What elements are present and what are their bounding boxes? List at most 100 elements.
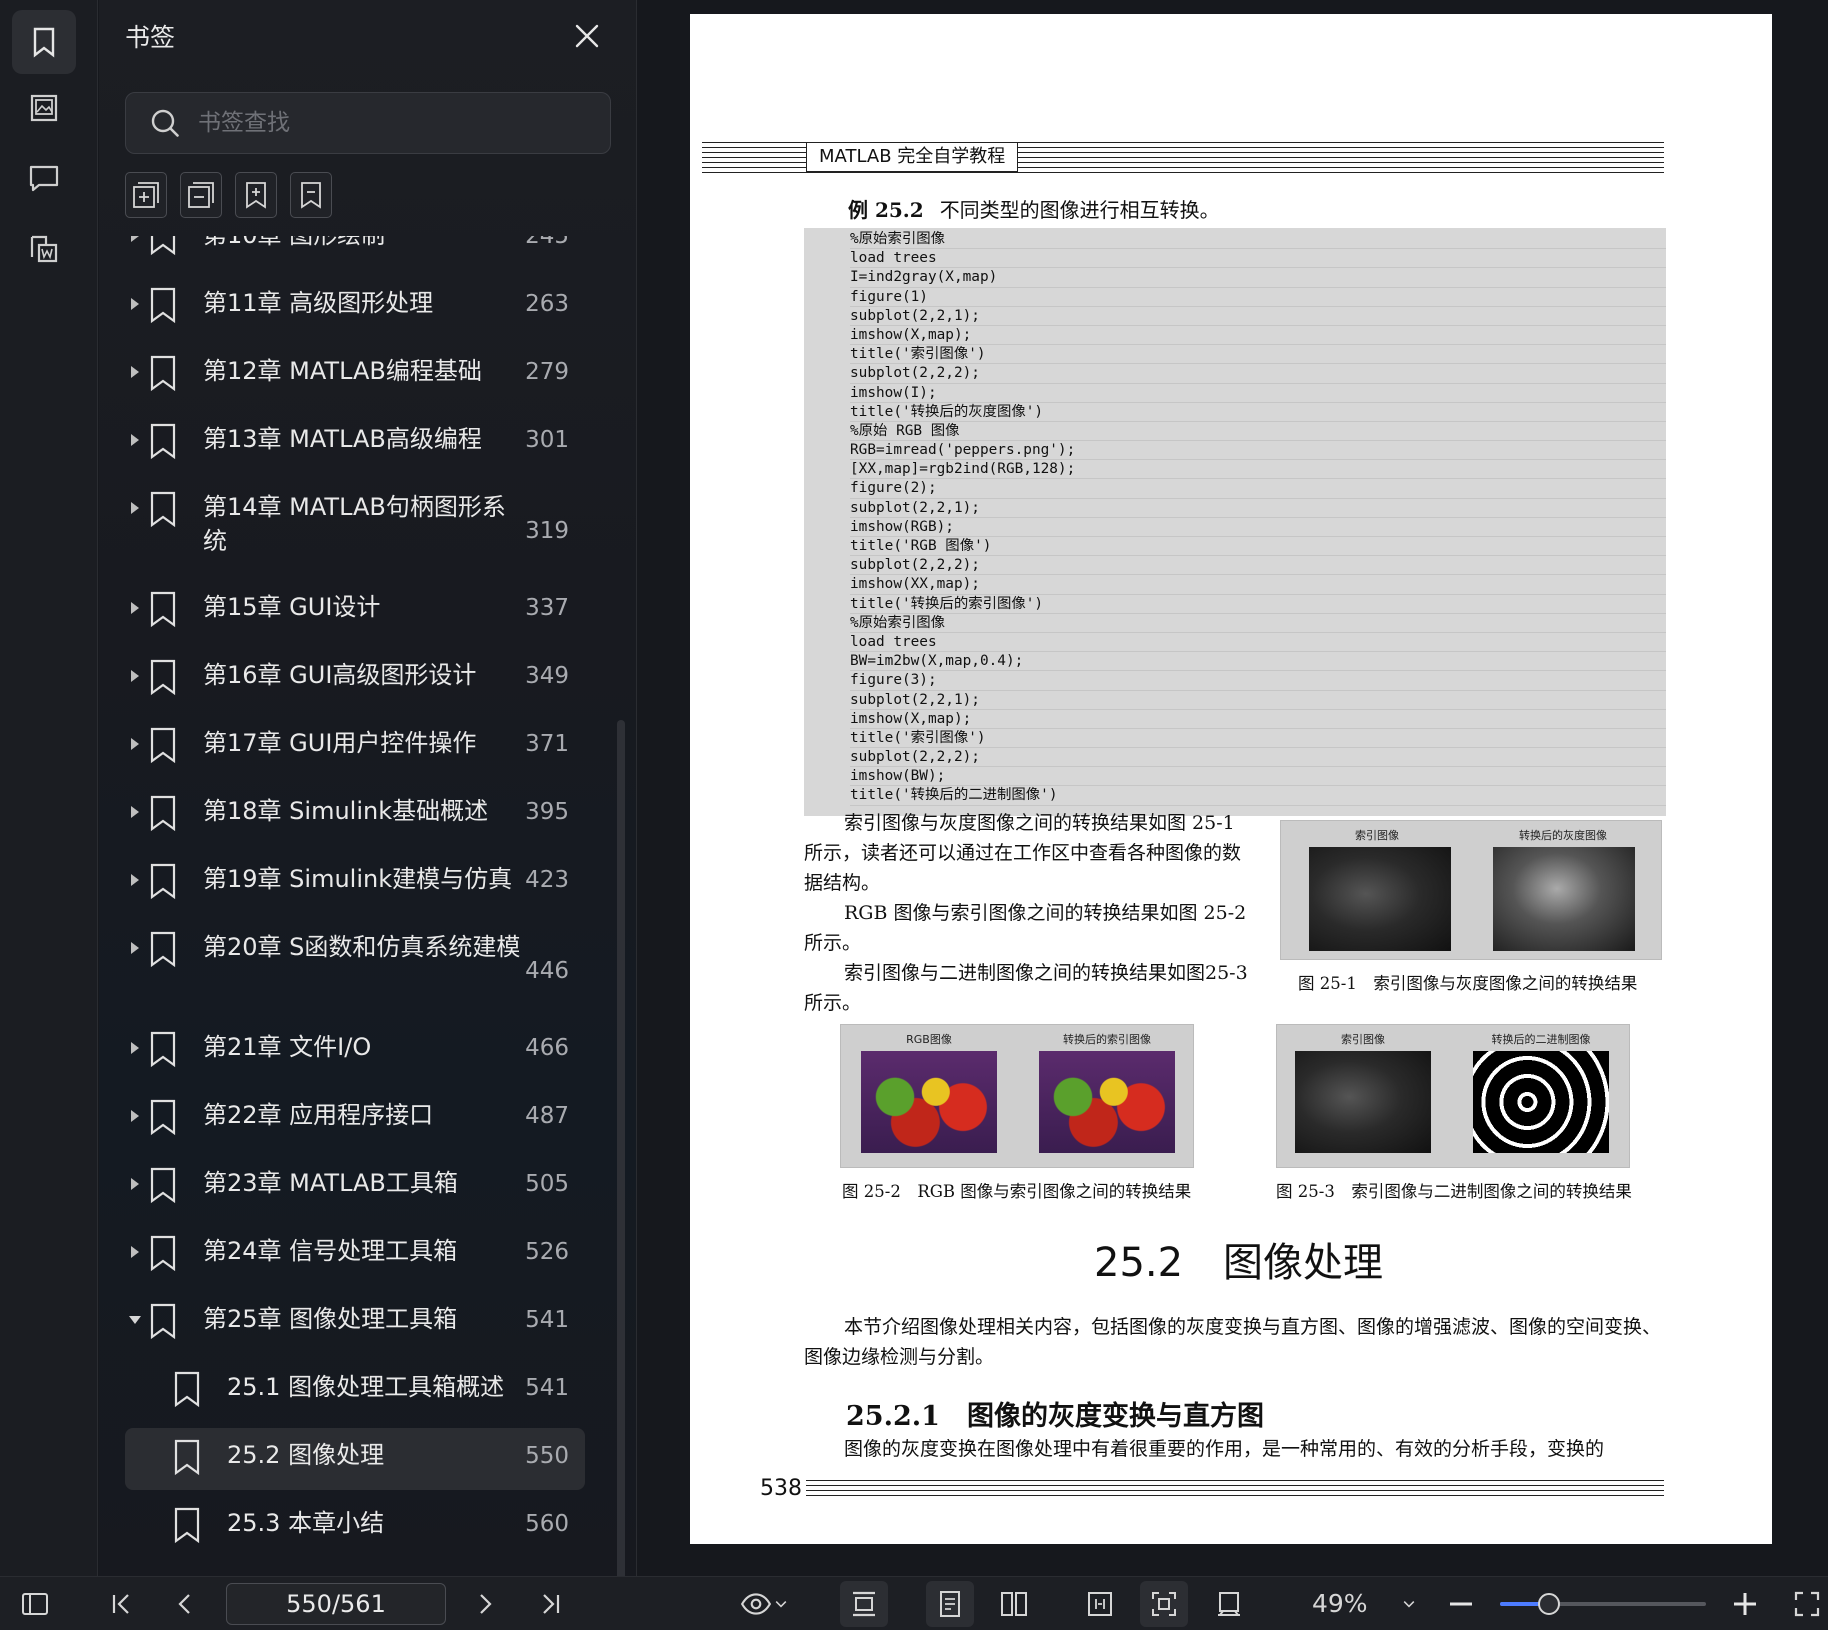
- code-line: title('转换后的索引图像'): [850, 595, 1666, 614]
- chevron-down-icon: [1403, 1601, 1415, 1608]
- bookmark-item[interactable]: 25.3 本章小结 560: [99, 1494, 619, 1562]
- bookmark-icon: [150, 1167, 176, 1204]
- zoom-dropdown-button[interactable]: [1390, 1585, 1428, 1623]
- bookmark-item[interactable]: 25.2 图像处理 550: [99, 1426, 619, 1494]
- caret-right-icon[interactable]: [129, 236, 141, 244]
- fit-page-icon: [1152, 1592, 1176, 1616]
- caret-right-icon[interactable]: [129, 1244, 141, 1260]
- view-mode-dropdown[interactable]: [730, 1585, 800, 1623]
- bookmark-item[interactable]: 第18章 Simulink基础概述 395: [99, 782, 619, 850]
- continuous-scroll-button[interactable]: [840, 1581, 888, 1627]
- bookmark-item[interactable]: 第20章 S函数和仿真系统建模 446: [99, 918, 619, 1018]
- bookmark-item[interactable]: 第14章 MATLAB句柄图形系统 319: [99, 478, 619, 578]
- convert-tab-button[interactable]: [12, 216, 76, 280]
- tree-image-indexed-2: [1295, 1051, 1431, 1153]
- peppers-image-indexed: [1039, 1051, 1175, 1153]
- fullscreen-button[interactable]: [1788, 1585, 1826, 1623]
- rotate-page-button[interactable]: [1210, 1585, 1248, 1623]
- bookmark-icon: [150, 931, 176, 968]
- caret-down-icon[interactable]: [129, 1312, 141, 1328]
- figure-subtitle: RGB图像: [906, 1033, 952, 1046]
- bookmark-panel: 书签 第10章 图形绘制245 第11章 高级图形处理 263 第12章 MATLAB…: [99, 0, 637, 1580]
- collapse-all-button[interactable]: [180, 172, 222, 218]
- caret-right-icon[interactable]: [129, 736, 141, 752]
- bookmark-item[interactable]: 第19章 Simulink建模与仿真 423: [99, 850, 619, 918]
- bookmark-label: 25.2 图像处理: [227, 1441, 385, 1469]
- two-page-button[interactable]: [995, 1585, 1033, 1623]
- single-page-icon: [940, 1591, 960, 1617]
- fullscreen-icon: [1794, 1591, 1820, 1617]
- expand-all-button[interactable]: [125, 172, 167, 218]
- bookmark-icon: [174, 1371, 200, 1408]
- paragraph-text: 本节介绍图像处理相关内容，包括图像的灰度变换与直方图、图像的增强滤波、图像的空间…: [804, 1316, 1662, 1368]
- code-line: BW=im2bw(X,map,0.4);: [850, 652, 1666, 672]
- close-panel-button[interactable]: [571, 20, 603, 52]
- bookmark-item[interactable]: 第24章 信号处理工具箱 526: [99, 1222, 619, 1290]
- fit-width-button[interactable]: [1081, 1585, 1119, 1623]
- bookmark-item[interactable]: 第22章 应用程序接口 487: [99, 1086, 619, 1154]
- caret-right-icon[interactable]: [129, 804, 141, 820]
- last-page-button[interactable]: [532, 1585, 570, 1623]
- caret-right-icon[interactable]: [129, 600, 141, 616]
- caret-right-icon[interactable]: [129, 1108, 141, 1124]
- bookmark-item[interactable]: 第23章 MATLAB工具箱 505: [99, 1154, 619, 1222]
- caret-right-icon[interactable]: [129, 1040, 141, 1056]
- caret-right-icon[interactable]: [129, 432, 141, 448]
- next-page-button[interactable]: [466, 1585, 504, 1623]
- chevron-left-icon: [178, 1594, 190, 1614]
- bookmark-page: 446: [525, 958, 569, 984]
- bookmark-item[interactable]: 第15章 GUI设计 337: [99, 578, 619, 646]
- caret-right-icon[interactable]: [129, 872, 141, 888]
- bookmark-item[interactable]: 第25章 图像处理工具箱 541: [99, 1290, 619, 1358]
- code-line: subplot(2,2,1);: [850, 499, 1666, 518]
- caret-right-icon[interactable]: [129, 668, 141, 684]
- image-icon: [30, 94, 58, 122]
- bookmark-item[interactable]: 第12章 MATLAB编程基础 279: [99, 342, 619, 410]
- toggle-sidebar-button[interactable]: [16, 1585, 54, 1623]
- bookmark-page: 505: [525, 1171, 569, 1197]
- previous-page-button[interactable]: [166, 1585, 204, 1623]
- bookmark-item[interactable]: 第13章 MATLAB高级编程 301: [99, 410, 619, 478]
- bookmark-item[interactable]: 第21章 文件I/O 466: [99, 1018, 619, 1086]
- page-indicator-input[interactable]: 550/561: [226, 1583, 446, 1625]
- caret-right-icon[interactable]: [129, 296, 141, 312]
- caret-right-icon[interactable]: [129, 940, 141, 956]
- bookmark-icon: [150, 1235, 176, 1272]
- single-page-button[interactable]: [926, 1581, 974, 1627]
- zoom-slider-handle[interactable]: [1538, 1593, 1561, 1615]
- code-line: figure(1): [850, 288, 1666, 307]
- bookmark-item[interactable]: 第10章 图形绘制245: [99, 236, 619, 274]
- zoom-out-button[interactable]: [1442, 1585, 1480, 1623]
- bookmark-page: 349: [525, 663, 569, 689]
- bookmark-search-box[interactable]: [125, 92, 611, 154]
- caret-right-icon[interactable]: [129, 1176, 141, 1192]
- comment-tab-button[interactable]: [12, 146, 76, 210]
- bookmark-search-input[interactable]: [198, 110, 578, 136]
- thumbnail-tab-button[interactable]: [12, 76, 76, 140]
- bookmark-item[interactable]: 第17章 GUI用户控件操作 371: [99, 714, 619, 782]
- first-page-button[interactable]: [102, 1585, 140, 1623]
- bookmark-icon: [150, 1031, 176, 1068]
- bookmark-page: 487: [525, 1103, 569, 1129]
- paragraph-fig3: 索引图像与二进制图像之间的转换结果如图25-3 所示。: [804, 958, 1254, 1018]
- fit-page-button[interactable]: [1140, 1581, 1188, 1627]
- paragraph-text: 图像的灰度变换在图像处理中有着很重要的作用，是一种常用的、有效的分析手段，变换的: [844, 1438, 1605, 1460]
- caret-right-icon[interactable]: [129, 364, 141, 380]
- zoom-level[interactable]: 49%: [1312, 1589, 1368, 1618]
- bookmark-item[interactable]: 第16章 GUI高级图形设计 349: [99, 646, 619, 714]
- caret-right-icon[interactable]: [129, 500, 141, 516]
- code-line: title('索引图像'): [850, 729, 1666, 749]
- zoom-in-button[interactable]: [1726, 1585, 1764, 1623]
- bookmark-item[interactable]: 第11章 高级图形处理 263: [99, 274, 619, 342]
- figure-subtitle: 转换后的二进制图像: [1491, 1033, 1591, 1046]
- bookmark-icon: [174, 1439, 200, 1476]
- bookmark-page: 371: [525, 731, 569, 757]
- remove-bookmark-button[interactable]: [290, 172, 332, 218]
- bookmark-scrollbar[interactable]: [617, 720, 625, 1580]
- bookmark-icon: [150, 236, 176, 256]
- bookmark-tab-button[interactable]: [12, 10, 76, 74]
- bookmark-item[interactable]: 25.1 图像处理工具箱概述 541: [99, 1358, 619, 1426]
- tree-image-gray: [1493, 847, 1635, 951]
- add-bookmark-button[interactable]: [235, 172, 277, 218]
- zoom-slider[interactable]: [1500, 1593, 1706, 1615]
